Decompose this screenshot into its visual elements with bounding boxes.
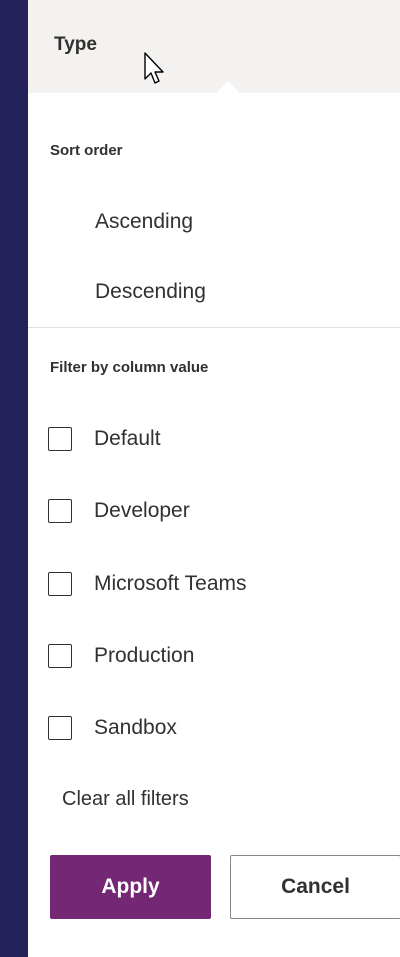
filter-option-label: Microsoft Teams bbox=[94, 572, 247, 595]
filter-option-label: Default bbox=[94, 427, 161, 450]
filter-option-developer[interactable]: Developer bbox=[48, 496, 190, 526]
filter-option-microsoft-teams[interactable]: Microsoft Teams bbox=[48, 569, 247, 599]
sort-order-heading: Sort order bbox=[50, 142, 123, 159]
divider bbox=[28, 327, 400, 328]
filter-option-label: Developer bbox=[94, 499, 190, 522]
filter-option-default[interactable]: Default bbox=[48, 424, 161, 454]
checkbox[interactable] bbox=[48, 427, 72, 451]
sort-descending-option[interactable]: Descending bbox=[95, 280, 206, 304]
filter-option-label: Production bbox=[94, 644, 195, 667]
mouse-pointer-icon bbox=[144, 52, 164, 84]
checkbox[interactable] bbox=[48, 572, 72, 596]
filter-option-label: Sandbox bbox=[94, 716, 177, 739]
filter-option-sandbox[interactable]: Sandbox bbox=[48, 713, 177, 743]
filter-heading: Filter by column value bbox=[50, 359, 209, 376]
column-header[interactable]: Type bbox=[28, 0, 400, 93]
sort-ascending-option[interactable]: Ascending bbox=[95, 210, 193, 234]
checkbox[interactable] bbox=[48, 716, 72, 740]
checkbox[interactable] bbox=[48, 644, 72, 668]
apply-button[interactable]: Apply bbox=[50, 855, 211, 919]
cancel-button[interactable]: Cancel bbox=[230, 855, 400, 919]
column-filter-menu: Sort order Ascending Descending Filter b… bbox=[28, 93, 400, 957]
checkbox[interactable] bbox=[48, 499, 72, 523]
filter-option-production[interactable]: Production bbox=[48, 641, 194, 671]
column-header-label: Type bbox=[54, 34, 97, 55]
clear-all-filters-link[interactable]: Clear all filters bbox=[62, 788, 189, 811]
